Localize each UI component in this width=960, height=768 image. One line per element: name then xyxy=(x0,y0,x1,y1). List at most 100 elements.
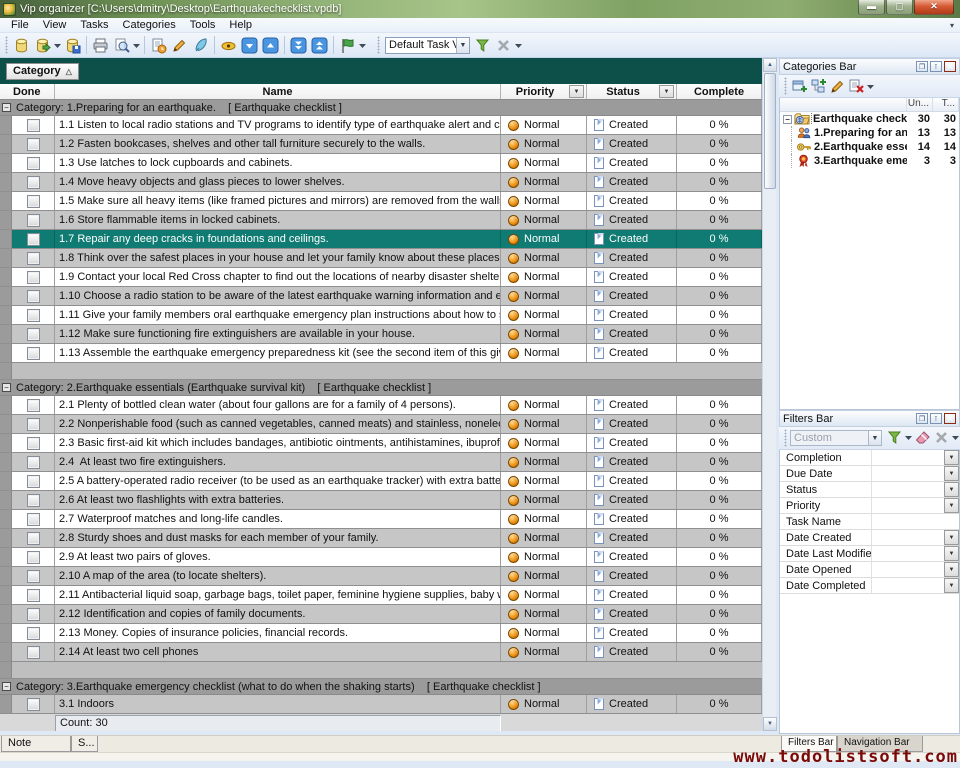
task-row[interactable]: 1.8 Think over the safest places in your… xyxy=(0,249,762,268)
task-row[interactable]: 1.13 Assemble the earthquake emergency p… xyxy=(0,344,762,363)
task-done-checkbox[interactable] xyxy=(27,475,40,488)
delete-category-icon[interactable] xyxy=(847,77,866,96)
status-filter-dropdown[interactable]: ▼ xyxy=(659,85,674,98)
task-row[interactable]: 2.8 Sturdy shoes and dust masks for each… xyxy=(0,529,762,548)
edit-category-icon[interactable] xyxy=(828,77,847,96)
task-row[interactable]: 1.12 Make sure functioning fire extingui… xyxy=(0,325,762,344)
move-up-icon[interactable] xyxy=(260,35,281,56)
title-bar[interactable]: Vip organizer [C:\Users\dmitry\Desktop\E… xyxy=(0,0,960,18)
move-to-top-icon[interactable] xyxy=(309,35,330,56)
task-done-checkbox[interactable] xyxy=(27,157,40,170)
dropdown-caret-icon[interactable] xyxy=(904,427,913,448)
pin-icon[interactable]: ⊺ xyxy=(930,61,942,72)
task-done-checkbox[interactable] xyxy=(27,119,40,132)
task-row[interactable]: 1.10 Choose a radio station to be aware … xyxy=(0,287,762,306)
collapse-icon[interactable]: − xyxy=(783,115,792,124)
task-row[interactable]: 2.1 Plenty of bottled clean water (about… xyxy=(0,396,762,415)
task-row[interactable]: 2.3 Basic first-aid kit which includes b… xyxy=(0,434,762,453)
task-done-checkbox[interactable] xyxy=(27,214,40,227)
new-database-icon[interactable] xyxy=(11,35,32,56)
task-done-checkbox[interactable] xyxy=(27,418,40,431)
grid-vertical-scrollbar[interactable]: ▲ ▼ xyxy=(762,58,776,731)
task-row[interactable]: 1.2 Fasten bookcases, shelves and other … xyxy=(0,135,762,154)
task-done-checkbox[interactable] xyxy=(27,290,40,303)
menu-help[interactable]: Help xyxy=(222,18,259,33)
task-notes-icon[interactable] xyxy=(190,35,211,56)
chevron-down-icon[interactable]: ▼ xyxy=(456,38,469,53)
pin-icon[interactable]: ⊺ xyxy=(930,413,942,424)
tab-s[interactable]: S... xyxy=(71,736,98,752)
task-row[interactable]: 1.9 Contact your local Red Cross chapter… xyxy=(0,268,762,287)
dropdown-caret-icon[interactable] xyxy=(132,35,141,56)
highlight-eye-icon[interactable] xyxy=(218,35,239,56)
task-row[interactable]: 1.7 Repair any deep cracks in foundation… xyxy=(0,230,762,249)
collapse-icon[interactable]: − xyxy=(2,682,11,691)
task-done-checkbox[interactable] xyxy=(27,233,40,246)
tree-item-category[interactable]: 1.Preparing for an ear 13 13 xyxy=(780,126,959,140)
scroll-down-arrow[interactable]: ▼ xyxy=(763,717,777,731)
collapse-icon[interactable]: − xyxy=(2,103,11,112)
filter-value[interactable] xyxy=(872,450,944,465)
task-done-checkbox[interactable] xyxy=(27,589,40,602)
toolbar-grip[interactable] xyxy=(377,36,380,54)
task-row[interactable]: 2.10 A map of the area (to locate shelte… xyxy=(0,567,762,586)
filter-value[interactable] xyxy=(872,482,944,497)
tree-item-category[interactable]: 2.Earthquake essentia 14 14 xyxy=(780,140,959,154)
task-done-checkbox[interactable] xyxy=(27,195,40,208)
task-row[interactable]: 2.7 Waterproof matches and long-life can… xyxy=(0,510,762,529)
filter-value[interactable] xyxy=(872,466,944,481)
task-done-checkbox[interactable] xyxy=(27,347,40,360)
task-row[interactable]: 1.6 Store flammable items in locked cabi… xyxy=(0,211,762,230)
dropdown-caret-icon[interactable] xyxy=(53,35,62,56)
menu-file[interactable]: File xyxy=(4,18,36,33)
column-header-done[interactable]: Done xyxy=(0,84,55,99)
task-row[interactable]: 1.4 Move heavy objects and glass pieces … xyxy=(0,173,762,192)
column-header-status[interactable]: Status▼ xyxy=(587,84,677,99)
task-done-checkbox[interactable] xyxy=(27,138,40,151)
minimize-button[interactable]: ▬ xyxy=(858,0,885,15)
task-row[interactable]: 3.1 Indoors Normal Created 0 % xyxy=(0,695,762,714)
task-row[interactable]: 2.4 At least two fire extinguishers. Nor… xyxy=(0,453,762,472)
task-done-checkbox[interactable] xyxy=(27,570,40,583)
task-done-checkbox[interactable] xyxy=(27,328,40,341)
task-row[interactable]: 2.5 A battery-operated radio receiver (t… xyxy=(0,472,762,491)
task-view-combo[interactable]: Default Task V ▼ xyxy=(385,37,470,54)
undock-icon[interactable]: ❐ xyxy=(916,413,928,424)
task-done-checkbox[interactable] xyxy=(27,252,40,265)
task-done-checkbox[interactable] xyxy=(27,646,40,659)
chevron-down-icon[interactable]: ▼ xyxy=(944,530,959,545)
scroll-up-arrow[interactable]: ▲ xyxy=(763,58,777,72)
chevron-down-icon[interactable]: ▼ xyxy=(944,466,959,481)
task-done-checkbox[interactable] xyxy=(27,309,40,322)
chevron-down-icon[interactable]: ▼ xyxy=(944,482,959,497)
chevron-down-icon[interactable]: ▼ xyxy=(944,578,959,593)
task-done-checkbox[interactable] xyxy=(27,532,40,545)
erase-filter-icon[interactable] xyxy=(913,428,932,447)
category-group-row[interactable]: − Category: 2.Earthquake essentials (Ear… xyxy=(0,380,762,396)
task-done-checkbox[interactable] xyxy=(27,608,40,621)
collapse-icon[interactable]: − xyxy=(2,383,11,392)
menu-overflow-icon[interactable]: ▾ xyxy=(950,21,954,30)
menu-tasks[interactable]: Tasks xyxy=(73,18,115,33)
apply-task-view-icon[interactable] xyxy=(472,35,493,56)
apply-filter-icon[interactable] xyxy=(885,428,904,447)
maximize-button[interactable]: ▢ xyxy=(886,0,913,15)
add-task-icon[interactable] xyxy=(148,35,169,56)
task-done-checkbox[interactable] xyxy=(27,437,40,450)
filter-value[interactable] xyxy=(872,514,959,529)
filter-value[interactable] xyxy=(872,562,944,577)
close-panel-icon[interactable]: ✕ xyxy=(944,61,956,72)
priority-filter-dropdown[interactable]: ▼ xyxy=(569,85,584,98)
chevron-down-icon[interactable]: ▼ xyxy=(944,546,959,561)
close-button[interactable]: ✕ xyxy=(914,0,954,15)
menu-view[interactable]: View xyxy=(36,18,74,33)
task-done-checkbox[interactable] xyxy=(27,698,40,711)
clear-task-view-icon[interactable] xyxy=(493,35,514,56)
move-down-icon[interactable] xyxy=(239,35,260,56)
filter-value[interactable] xyxy=(872,578,944,593)
task-row[interactable]: 2.9 At least two pairs of gloves. Normal… xyxy=(0,548,762,567)
undock-icon[interactable]: ❐ xyxy=(916,61,928,72)
save-database-icon[interactable] xyxy=(62,35,83,56)
add-subcategory-icon[interactable] xyxy=(809,77,828,96)
task-row[interactable]: 2.12 Identification and copies of family… xyxy=(0,605,762,624)
